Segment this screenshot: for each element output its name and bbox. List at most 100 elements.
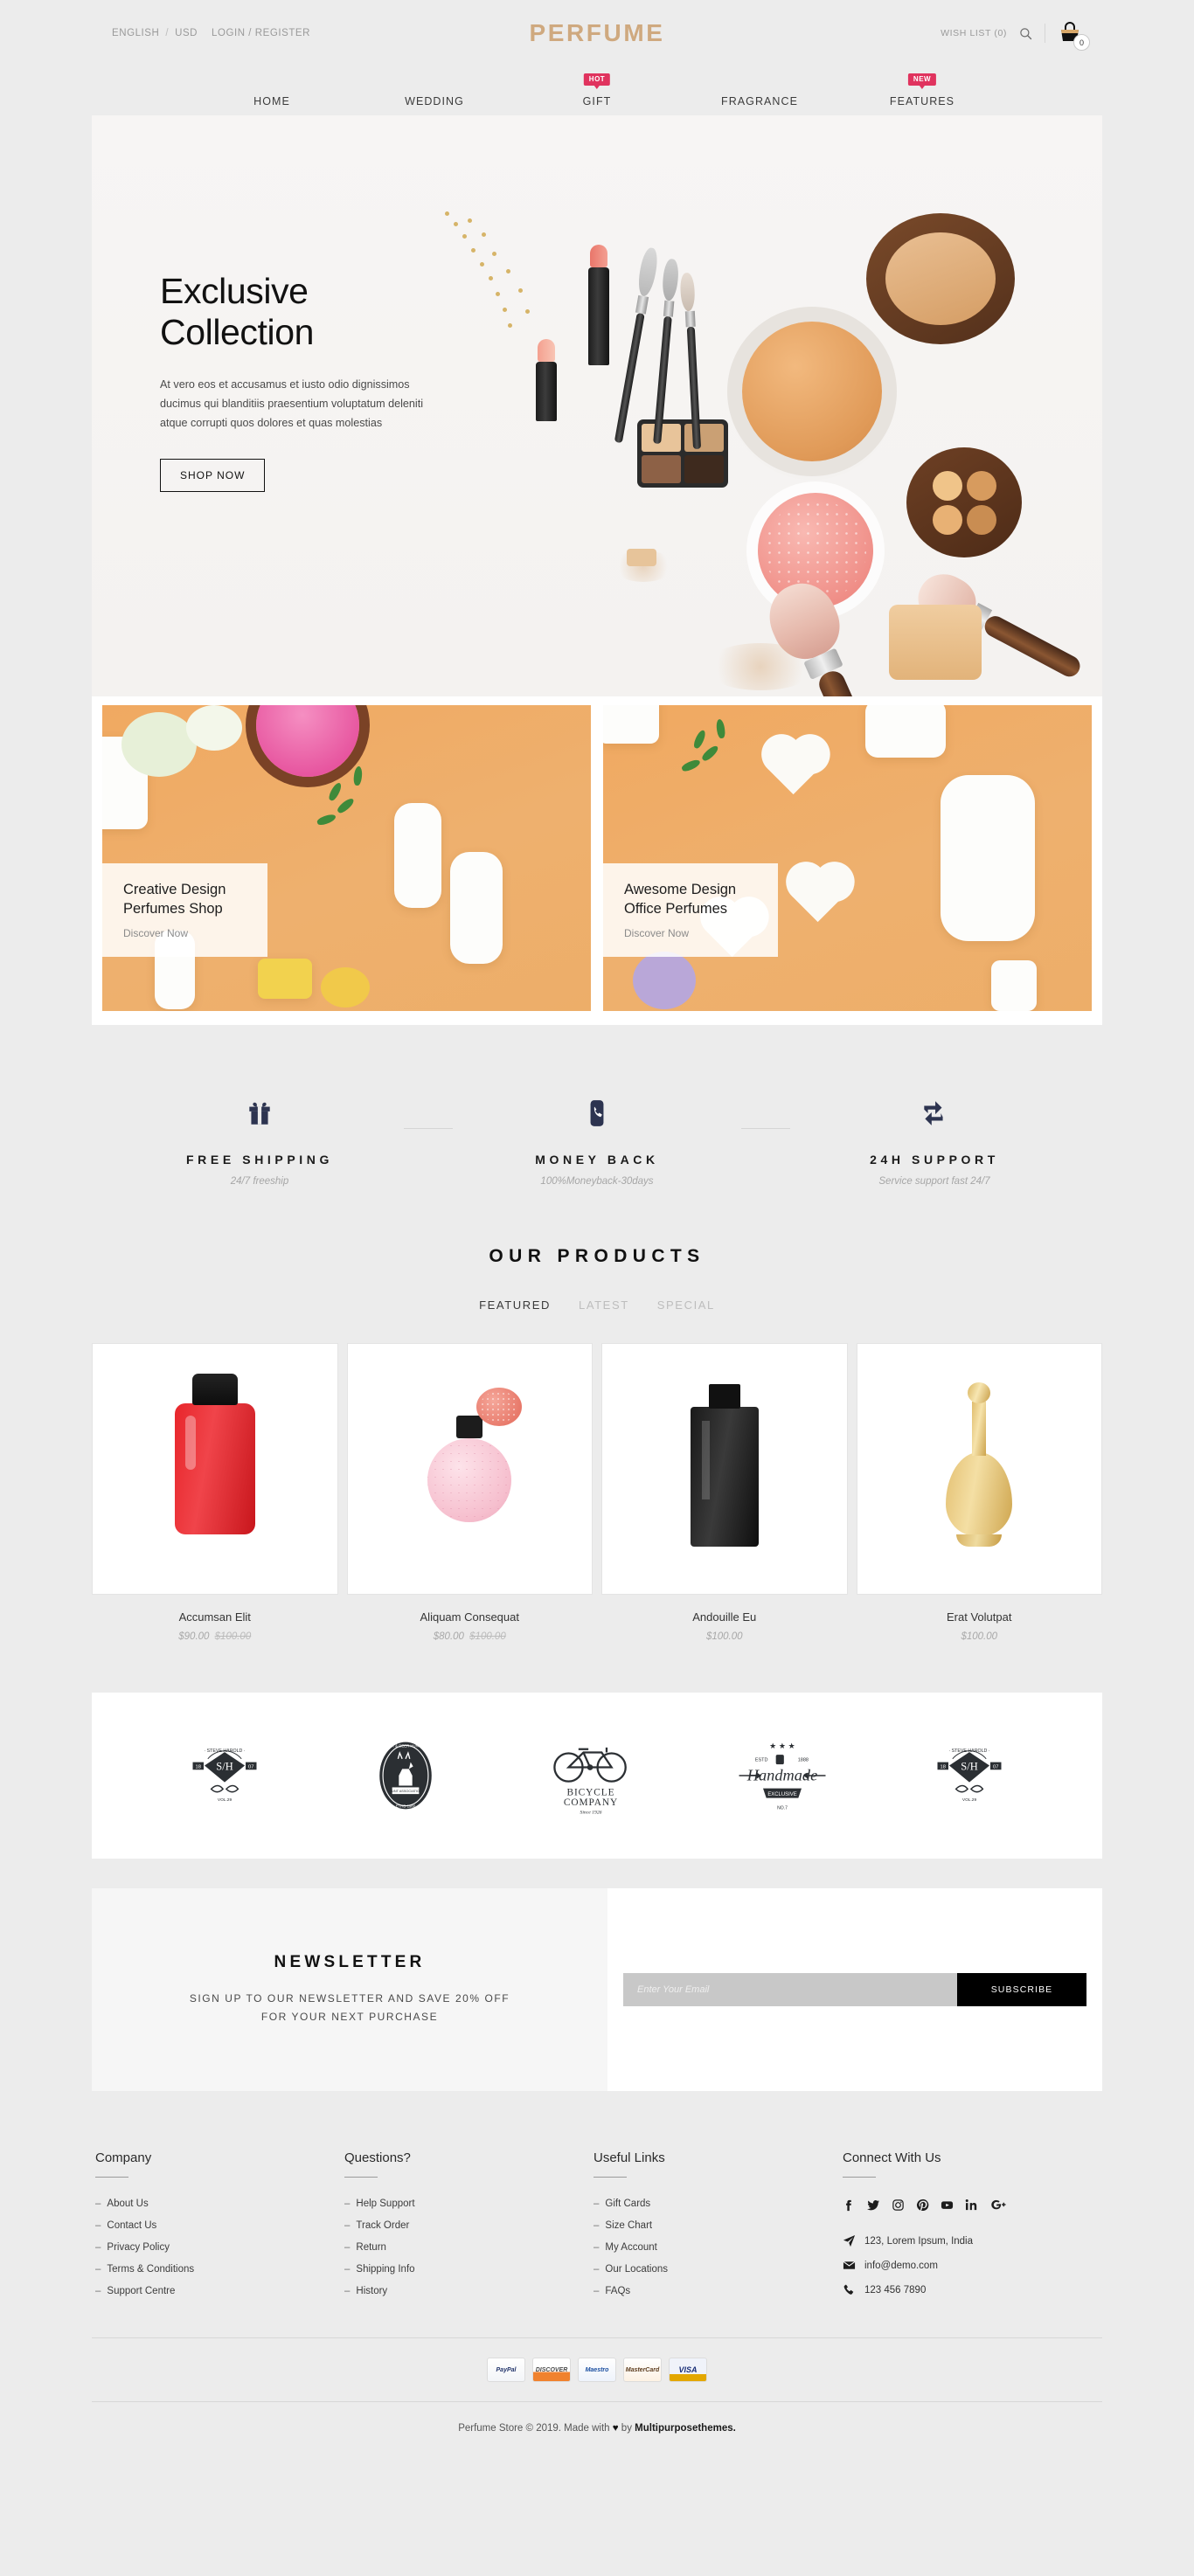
product-price: $80.00 $100.00 bbox=[347, 1631, 594, 1642]
svg-text:★ ★ ★: ★ ★ ★ bbox=[769, 1742, 795, 1750]
tab-special[interactable]: SPECIAL bbox=[657, 1298, 715, 1312]
sponge-decor-2 bbox=[186, 705, 242, 751]
theme-credit-link[interactable]: Multipurposethemes. bbox=[635, 2423, 736, 2434]
footer-link[interactable]: – Shipping Info bbox=[344, 2264, 594, 2275]
svg-text:· STEVE HAROLD ·: · STEVE HAROLD · bbox=[949, 1748, 990, 1754]
hero-title: Exclusive Collection bbox=[160, 271, 315, 353]
brand-logo-steve-harold[interactable]: · STEVE HAROLD · S/H 18 07 VOL.29 bbox=[183, 1734, 267, 1818]
footer-link-label: Contact Us bbox=[107, 2220, 157, 2231]
language-selector[interactable]: ENGLISH bbox=[112, 28, 159, 38]
page-title: OUR PRODUCTS bbox=[489, 1246, 705, 1266]
footer-link[interactable]: – Gift Cards bbox=[594, 2199, 843, 2209]
gold-twig-decor bbox=[441, 211, 538, 351]
promo-discover-link[interactable]: Discover Now bbox=[624, 927, 736, 939]
search-icon[interactable] bbox=[1019, 27, 1032, 40]
product-image-red-perfume-bottle[interactable] bbox=[92, 1343, 338, 1595]
payment-icon-paypal: PayPal bbox=[487, 2358, 525, 2382]
promo-cards-row: Creative Design Perfumes Shop Discover N… bbox=[92, 696, 1102, 1025]
tab-featured[interactable]: FEATURED bbox=[479, 1298, 551, 1312]
twitter-icon[interactable] bbox=[867, 2199, 880, 2212]
wishlist-link[interactable]: WISH LIST (0) bbox=[941, 28, 1007, 38]
phone-text[interactable]: 123 456 7890 bbox=[864, 2285, 926, 2296]
tab-latest[interactable]: LATEST bbox=[579, 1298, 629, 1312]
footer-link[interactable]: – Track Order bbox=[344, 2220, 594, 2231]
footer-link[interactable]: – Return bbox=[344, 2242, 594, 2253]
topbar-left-links: ENGLISH / USD LOGIN / REGISTER bbox=[112, 28, 310, 38]
footer-link[interactable]: – History bbox=[344, 2286, 594, 2296]
payment-methods: PayPal DISCOVER Maestro MasterCard VISA bbox=[0, 2338, 1194, 2401]
lipstick-decor bbox=[588, 245, 609, 365]
newsletter-form-area: SUBSCRIBE bbox=[607, 1888, 1102, 2091]
subscribe-button[interactable]: SUBSCRIBE bbox=[957, 1973, 1086, 2006]
footer-link-label: Privacy Policy bbox=[107, 2242, 170, 2253]
brand-logo-handmade[interactable]: ★ ★ ★ ESTD 1888 Handmade EXCLUSIVE NO.7 bbox=[734, 1734, 830, 1818]
promo-card-creative-design[interactable]: Creative Design Perfumes Shop Discover N… bbox=[102, 705, 591, 1011]
instagram-icon[interactable] bbox=[892, 2199, 905, 2212]
footer-link[interactable]: – Contact Us bbox=[95, 2220, 344, 2231]
brand-logo-bicycle-company[interactable]: BICYCLE COMPANY Since 1926 bbox=[545, 1734, 636, 1818]
contact-email: info@demo.com bbox=[843, 2259, 1102, 2272]
hero-copy-block: Exclusive Collection At vero eos et accu… bbox=[160, 271, 448, 493]
hero-subtitle: At vero eos et accusamus et iusto odio d… bbox=[160, 378, 424, 429]
nav-label: HOME bbox=[253, 95, 290, 107]
footer-link[interactable]: – Size Chart bbox=[594, 2220, 843, 2231]
footer-link[interactable]: – Privacy Policy bbox=[95, 2242, 344, 2253]
product-image-pink-atomizer-bottle[interactable] bbox=[346, 1343, 593, 1595]
youtube-icon[interactable] bbox=[941, 2199, 954, 2212]
promo-caption: Awesome Design Office Perfumes Discover … bbox=[603, 863, 779, 957]
footer-link[interactable]: – Support Centre bbox=[95, 2286, 344, 2296]
footer-link-list: – Help Support – Track Order – Return – Ship… bbox=[344, 2199, 594, 2296]
footer-link[interactable]: – Help Support bbox=[344, 2199, 594, 2209]
google-plus-icon[interactable] bbox=[991, 2199, 1008, 2212]
purple-candle-decor bbox=[633, 952, 696, 1009]
footer-link[interactable]: – Our Locations bbox=[594, 2264, 843, 2275]
svg-text:· STEVE HAROLD ·: · STEVE HAROLD · bbox=[204, 1748, 245, 1754]
heart-soap-decor bbox=[767, 739, 823, 795]
svg-text:07: 07 bbox=[248, 1764, 253, 1769]
footer-link-label: About Us bbox=[107, 2199, 149, 2209]
nav-item-fragrance[interactable]: FRAGRANCE bbox=[678, 95, 841, 107]
nav-item-features[interactable]: NEW FEATURES bbox=[841, 73, 1003, 107]
dash-marker: – bbox=[95, 2199, 101, 2209]
product-image-black-perfume-bottle[interactable] bbox=[601, 1343, 848, 1595]
brand-logo-steve-harold-2[interactable]: · STEVE HAROLD · S/H 18 07 VOL.29 bbox=[927, 1734, 1011, 1818]
brand-logo-deer-hunting[interactable]: HUNT ASSOCIATION ETHD 1980 BUCK & DEER H… bbox=[364, 1734, 448, 1818]
footer-link[interactable]: – About Us bbox=[95, 2199, 344, 2209]
hero-section: Exclusive Collection At vero eos et accu… bbox=[92, 115, 1102, 1025]
currency-selector[interactable]: USD bbox=[175, 28, 198, 38]
nav-item-wedding[interactable]: WEDDING bbox=[353, 95, 516, 107]
nav-item-gift[interactable]: HOT GIFT bbox=[516, 73, 678, 107]
footer-link[interactable]: – FAQs bbox=[594, 2286, 843, 2296]
cart-button[interactable]: 0 bbox=[1058, 22, 1090, 51]
linkedin-icon[interactable] bbox=[965, 2199, 980, 2212]
bronzer-compact-decor bbox=[866, 213, 1015, 344]
nav-badge-hot: HOT bbox=[583, 73, 611, 89]
product-card[interactable]: Erat Volutpat $100.00 bbox=[856, 1343, 1102, 1642]
white-soap-decor bbox=[865, 705, 946, 758]
product-image-gold-decanter-bottle[interactable] bbox=[856, 1343, 1102, 1595]
footer-link[interactable]: – Terms & Conditions bbox=[95, 2264, 344, 2275]
facebook-icon[interactable] bbox=[843, 2199, 856, 2212]
product-card[interactable]: Accumsan Elit $90.00 $100.00 bbox=[92, 1343, 338, 1642]
address-text: 123, Lorem Ipsum, India bbox=[864, 2235, 974, 2247]
product-name: Aliquam Consequat bbox=[420, 1610, 519, 1624]
svg-text:Since 1926: Since 1926 bbox=[580, 1810, 601, 1815]
svg-text:1888: 1888 bbox=[797, 1758, 808, 1763]
price-current: $100.00 bbox=[705, 1631, 743, 1642]
promo-card-awesome-design[interactable]: Awesome Design Office Perfumes Discover … bbox=[603, 705, 1092, 1011]
product-card[interactable]: Aliquam Consequat $80.00 $100.00 bbox=[346, 1343, 594, 1642]
svg-text:HUNT ASSOCIATION: HUNT ASSOCIATION bbox=[390, 1790, 423, 1793]
email-input[interactable] bbox=[623, 1973, 957, 2006]
shop-now-button[interactable]: SHOP NOW bbox=[160, 459, 266, 493]
powder-crumb-decor bbox=[627, 549, 656, 566]
promo-discover-link[interactable]: Discover Now bbox=[123, 927, 226, 939]
email-text[interactable]: info@demo.com bbox=[864, 2261, 938, 2271]
dash-marker: – bbox=[95, 2220, 101, 2231]
nav-item-home[interactable]: HOME bbox=[191, 95, 353, 107]
svg-text:S/H: S/H bbox=[961, 1760, 977, 1772]
pinterest-icon[interactable] bbox=[916, 2199, 929, 2212]
login-register-link[interactable]: LOGIN / REGISTER bbox=[212, 28, 310, 38]
footer-link-label: Track Order bbox=[356, 2220, 410, 2231]
product-card[interactable]: Andouille Eu $100.00 bbox=[601, 1343, 848, 1642]
footer-link[interactable]: – My Account bbox=[594, 2242, 843, 2253]
